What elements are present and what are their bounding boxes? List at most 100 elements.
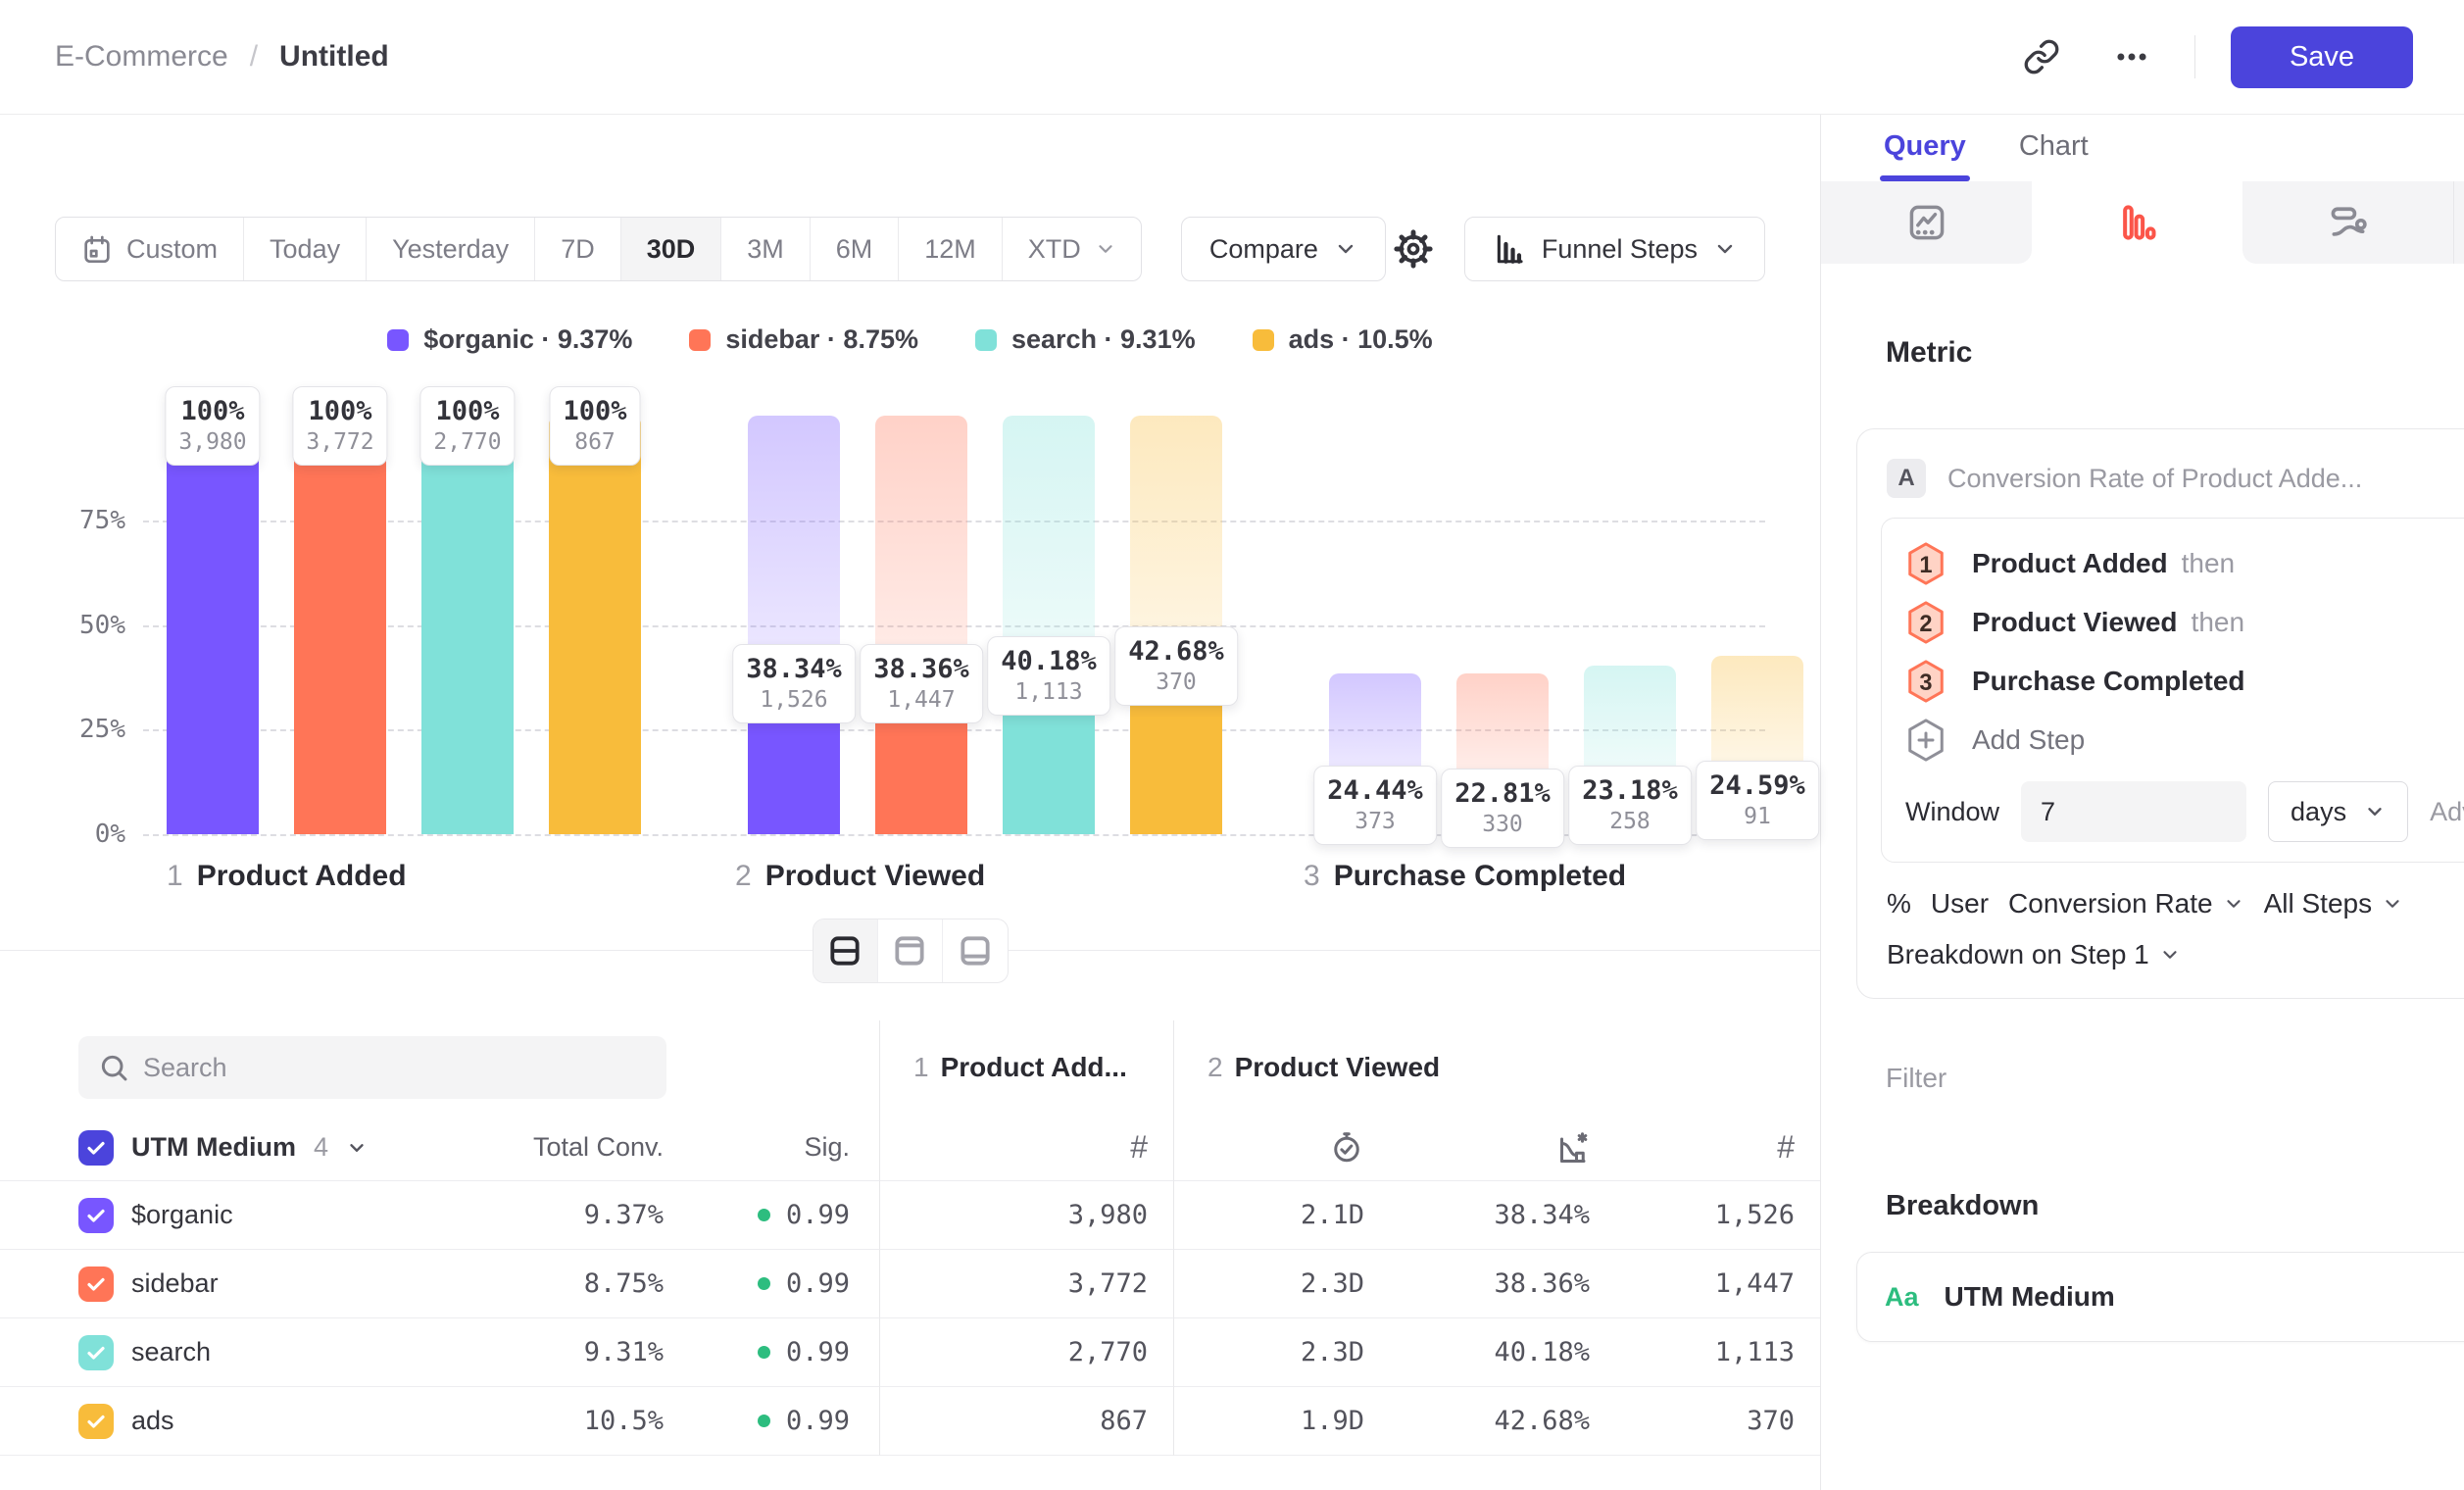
date-range-12m[interactable]: 12M [899,218,1003,280]
bar-count: 867 [563,429,626,455]
bar-search-step2[interactable]: 40.18%1,113 [1003,416,1095,834]
window-value-input[interactable] [2021,781,2246,842]
bar-value-badge: 38.36%1,447 [860,644,983,723]
add-step-button[interactable]: Add Step [1905,711,2464,770]
date-range-label: XTD [1028,234,1081,265]
percent-icon: % [1887,888,1911,919]
panel-bottom-icon [957,932,994,969]
layout-toggle [813,919,1009,983]
compare-button[interactable]: Compare [1181,217,1386,281]
bar-count: 330 [1454,812,1551,837]
measurement-row: % User Conversion Rate All Steps [1887,888,2464,919]
save-button[interactable]: Save [2231,26,2413,88]
tab-chart[interactable]: Chart [2019,130,2089,181]
metric-letter-badge: A [1887,459,1926,498]
chart-settings-button[interactable] [1386,222,1441,276]
row-checkbox[interactable] [78,1266,114,1302]
query-step-3[interactable]: 3 Purchase Completed [1905,652,2464,711]
legend-item-sidebar[interactable]: sidebar · 8.75% [689,324,918,355]
step-number-hexagon-icon: 2 [1905,600,1947,645]
date-range-7d[interactable]: 7D [535,218,621,280]
query-step-2[interactable]: 2 Product Viewed then [1905,593,2464,652]
bar-search-step1[interactable]: 100%2,770 [421,416,514,834]
date-range-today[interactable]: Today [244,218,367,280]
bar-sidebar-step2[interactable]: 38.36%1,447 [875,416,967,834]
chevron-down-icon[interactable] [346,1137,368,1159]
advanced-toggle[interactable]: Advanced [2430,797,2464,827]
step-event-name: Purchase Completed [1972,666,2245,697]
legend-swatch [1253,329,1274,351]
steps-scope-select[interactable]: All Steps [2264,888,2404,919]
total-conv: 10.5% [519,1387,671,1456]
select-all-checkbox[interactable] [78,1130,114,1166]
step2-time: 2.3D [1173,1318,1404,1387]
query-step-1[interactable]: 1 Product Added then [1905,534,2464,593]
date-range-3m[interactable]: 3M [721,218,811,280]
total-conv-value: 9.37% [584,1200,664,1230]
step2-count-column-header[interactable]: # [1629,1115,1820,1181]
bar-sidebar-step1[interactable]: 100%3,772 [294,416,386,834]
funnel-bar [294,416,386,834]
bar-organic-step2[interactable]: 38.34%1,526 [748,416,840,834]
row-checkbox[interactable] [78,1198,114,1233]
funnels-report-tab[interactable] [2032,181,2242,264]
bar-value-badge: 42.68%370 [1114,626,1238,706]
bar-ads-step2[interactable]: 42.68%370 [1130,416,1222,834]
insights-report-tab[interactable] [1821,181,2032,264]
bar-value-badge: 100%3,980 [165,386,260,466]
layout-table-only-button[interactable] [943,919,1008,982]
window-unit-select[interactable]: days [2268,781,2408,842]
breakdown-property-card[interactable]: Aa UTM Medium [1856,1252,2464,1342]
step2-count: 1,113 [1629,1318,1820,1387]
sig-column-header[interactable]: Sig. [671,1115,879,1181]
date-range-yesterday[interactable]: Yesterday [367,218,535,280]
row-checkbox[interactable] [78,1335,114,1370]
table-row-name-cell: ads [0,1387,519,1456]
bar-count: 91 [1709,804,1805,829]
bar-organic-step1[interactable]: 100%3,980 [167,416,259,834]
bar-conversion-pct: 100% [563,396,626,426]
page-title[interactable]: Untitled [279,40,389,74]
bar-count: 373 [1327,809,1423,834]
counting-method-select[interactable]: User [1931,888,1989,919]
search-input[interactable] [78,1036,666,1099]
date-range-label: Yesterday [392,234,509,265]
breakdown-on-select[interactable]: Breakdown on Step 1 [1887,939,2181,970]
metric-title-row[interactable]: A Conversion Rate of Product Adde... [1881,453,2464,498]
step2-conv-column-header[interactable] [1404,1115,1629,1181]
table-step1-header: 1Product Add... [879,1020,1173,1115]
step1-count-value: 3,980 [1068,1200,1148,1230]
date-range-30d[interactable]: 30D [621,218,722,280]
date-range-6m[interactable]: 6M [811,218,900,280]
date-range-xtd[interactable]: XTD [1003,218,1142,280]
layout-split-button[interactable] [813,919,878,982]
retention-report-tab[interactable] [2454,181,2464,264]
bar-conversion-pct: 38.34% [746,654,842,684]
step1-count-column-header[interactable]: # [879,1115,1173,1181]
layout-chart-only-button[interactable] [878,919,943,982]
bar-value-badge: 38.34%1,526 [732,644,856,723]
date-range-custom[interactable]: Custom [56,218,244,280]
legend-item-search[interactable]: search · 9.31% [975,324,1196,355]
metric-type-select[interactable]: Conversion Rate [2008,888,2244,919]
flows-report-tab[interactable] [2242,181,2454,264]
number-icon: # [1130,1129,1148,1166]
row-checkbox[interactable] [78,1404,114,1439]
split-horizontal-icon [826,932,863,969]
bar-conversion-pct: 100% [433,396,501,426]
chart-type-selector[interactable]: Funnel Steps [1464,217,1765,281]
step2-time-column-header[interactable] [1173,1115,1404,1181]
bar-ads-step1[interactable]: 100%867 [549,416,641,834]
flows-icon [2327,201,2370,244]
sig-value: 0.99 [786,1200,850,1230]
more-options-button[interactable] [2104,29,2159,84]
step2-time-value: 2.1D [1301,1200,1364,1230]
legend-item-ads[interactable]: ads · 10.5% [1253,324,1433,355]
share-link-button[interactable] [2014,29,2069,84]
total-conv-column-header[interactable]: Total Conv. [519,1115,671,1181]
breakdown-column-label[interactable]: UTM Medium [131,1132,296,1163]
breadcrumb-project[interactable]: E-Commerce [55,40,228,74]
app-header: E-Commerce / Untitled Save [0,0,2464,115]
tab-query[interactable]: Query [1884,130,1966,181]
legend-item-organic[interactable]: $organic · 9.37% [387,324,632,355]
